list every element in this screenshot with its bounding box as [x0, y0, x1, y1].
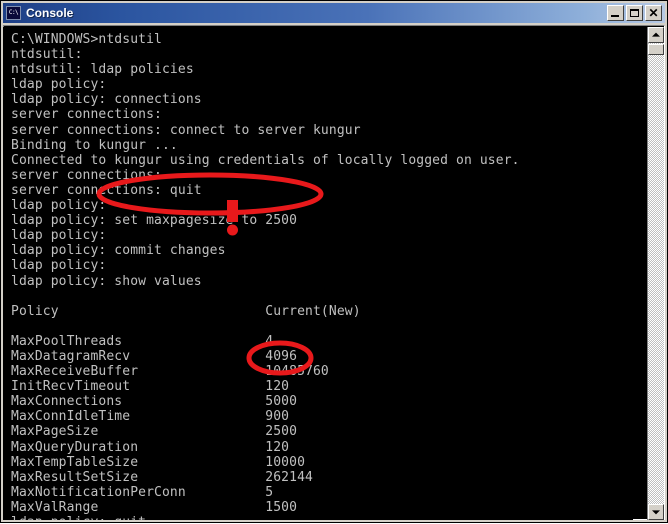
- maximize-icon: [630, 9, 639, 17]
- scrollbar-thumb[interactable]: [648, 44, 664, 55]
- minimize-button[interactable]: [607, 5, 624, 21]
- console-window: C:\ Console ✕ C:\WINDOWS>ntdsutil ntdsut…: [0, 0, 668, 523]
- scroll-down-button[interactable]: [648, 504, 664, 520]
- terminal-text: C:\WINDOWS>ntdsutil ntdsutil: ntdsutil: …: [11, 32, 520, 520]
- window-title: Console: [26, 6, 74, 20]
- close-icon: ✕: [648, 6, 659, 20]
- scroll-up-button[interactable]: [648, 27, 664, 43]
- maximize-button[interactable]: [626, 5, 643, 21]
- close-button[interactable]: ✕: [645, 5, 662, 21]
- window-titlebar[interactable]: C:\ Console ✕: [3, 3, 665, 23]
- minimize-icon: [611, 15, 619, 17]
- console-icon: C:\: [6, 6, 21, 20]
- chevron-down-icon: [652, 510, 660, 515]
- window-controls: ✕: [607, 5, 662, 21]
- console-output-area[interactable]: C:\WINDOWS>ntdsutil ntdsutil: ntdsutil: …: [3, 27, 633, 520]
- vertical-scrollbar[interactable]: [647, 27, 664, 520]
- chevron-up-icon: [652, 32, 660, 37]
